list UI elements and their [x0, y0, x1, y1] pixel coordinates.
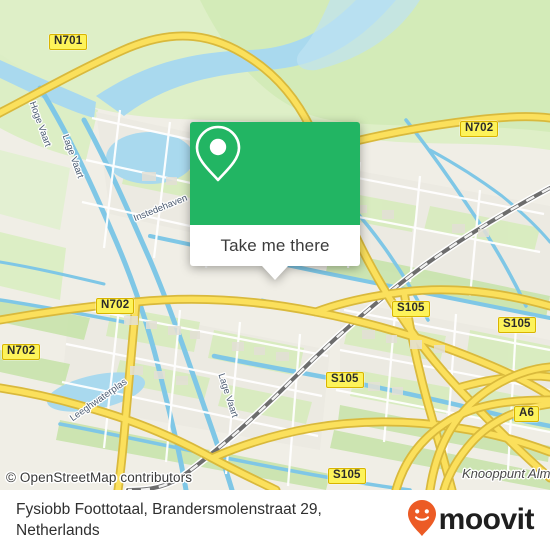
footer-bar: Fysiobb Foottotaal, Brandersmolenstraat … [0, 490, 550, 550]
road-shield-s105[interactable]: S105 [392, 301, 430, 317]
popup-image-area [190, 122, 360, 225]
place-address: Fysiobb Foottotaal, Brandersmolenstraat … [0, 499, 322, 541]
take-me-there-popup[interactable]: Take me there [190, 122, 360, 280]
address-line-2: Netherlands [16, 522, 100, 539]
road-shield-n702[interactable]: N702 [460, 121, 499, 137]
popup-tail [262, 266, 288, 280]
take-me-there-label: Take me there [220, 235, 330, 255]
road-shield-n702[interactable]: N702 [96, 298, 135, 314]
road-shield-a6[interactable]: A6 [514, 406, 540, 422]
moovit-smiley-pin-icon [407, 499, 437, 542]
road-shield-n701[interactable]: N701 [49, 34, 88, 50]
road-shield-s105[interactable]: S105 [328, 468, 366, 484]
moovit-wordmark: moovit [438, 503, 535, 536]
road-shield-n702[interactable]: N702 [2, 344, 41, 360]
map-canvas[interactable]: N701 N702 N702 N702 S105 S105 S105 S105 … [0, 0, 550, 490]
road-shield-s105[interactable]: S105 [326, 372, 364, 388]
popup-cta-bar[interactable]: Take me there [190, 225, 360, 266]
road-shield-s105[interactable]: S105 [498, 317, 536, 333]
moovit-logo[interactable]: moovit [407, 499, 550, 542]
map-screenshot: N701 N702 N702 N702 S105 S105 S105 S105 … [0, 0, 550, 550]
address-line-1: Fysiobb Foottotaal, Brandersmolenstraat … [16, 501, 322, 518]
